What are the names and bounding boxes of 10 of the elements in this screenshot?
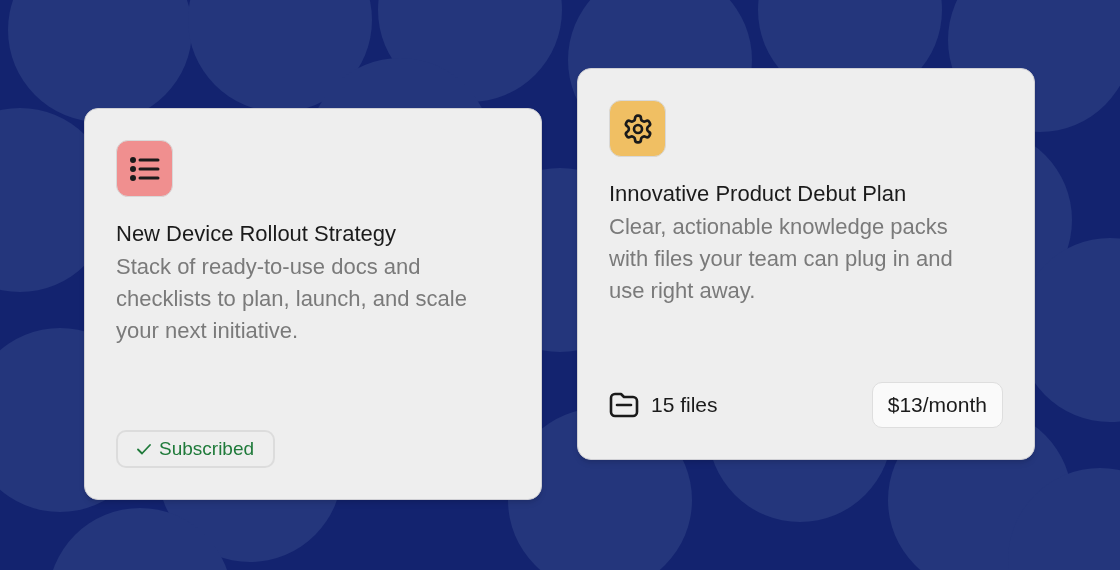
file-count: 15 files (651, 392, 718, 419)
card-title: New Device Rollout Strategy (116, 220, 397, 248)
check-icon (137, 443, 151, 455)
folder-icon (609, 392, 639, 418)
card-description: Stack of ready-to-use docs and checklists to plan, launch, and scale your next initiative. (116, 253, 468, 345)
list-icon (129, 156, 160, 181)
card-title: Innovative Product Debut Plan (609, 180, 908, 208)
card-description: Clear, actionable knowledge packs with files your team can plug in and use right away. (609, 213, 954, 305)
subscribed-badge: Subscribed (116, 430, 276, 468)
price-tag: $13/month (871, 382, 1003, 428)
